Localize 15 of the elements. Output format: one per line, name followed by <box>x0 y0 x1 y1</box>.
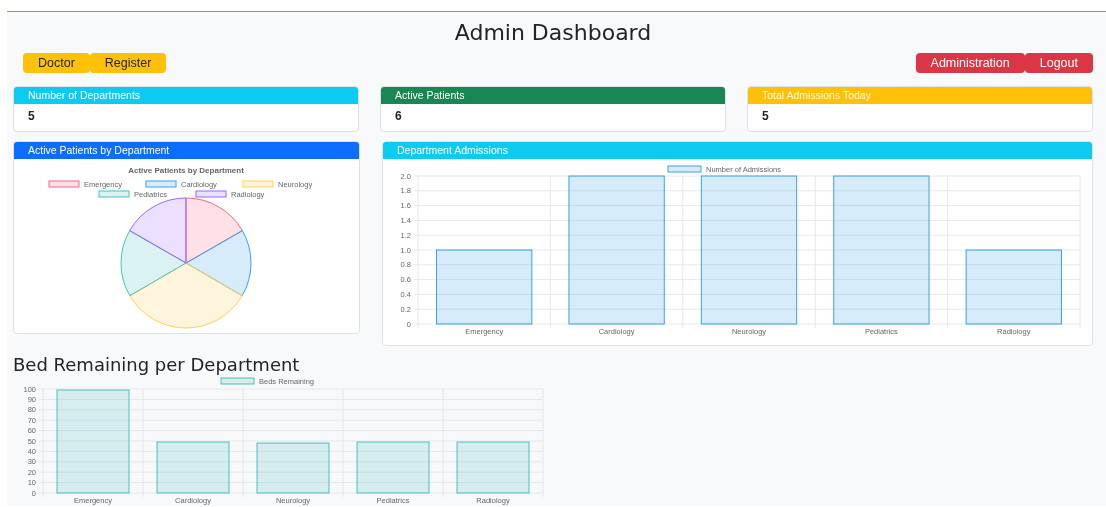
card-header: Total Admissions Today <box>748 87 1092 104</box>
nav-button[interactable]: Register <box>89 53 167 73</box>
card-header: Number of Departments <box>14 87 358 104</box>
nav-button[interactable]: Doctor <box>23 53 90 73</box>
card-header: Active Patients <box>381 87 725 104</box>
nav-button[interactable]: Logout <box>1024 53 1093 73</box>
card-header: Active Patients by Department <box>14 142 359 159</box>
stat-value: 5 <box>762 109 769 123</box>
nav-button[interactable]: Administration <box>915 53 1025 73</box>
section-heading: Bed Remaining per Department <box>13 354 301 376</box>
card-header: Department Admissions <box>383 142 1092 159</box>
chart-title: Active Patients by Department <box>128 166 244 175</box>
page-title: Admin Dashboard <box>453 21 653 45</box>
stat-value: 6 <box>395 109 402 123</box>
stat-value: 5 <box>28 109 35 123</box>
